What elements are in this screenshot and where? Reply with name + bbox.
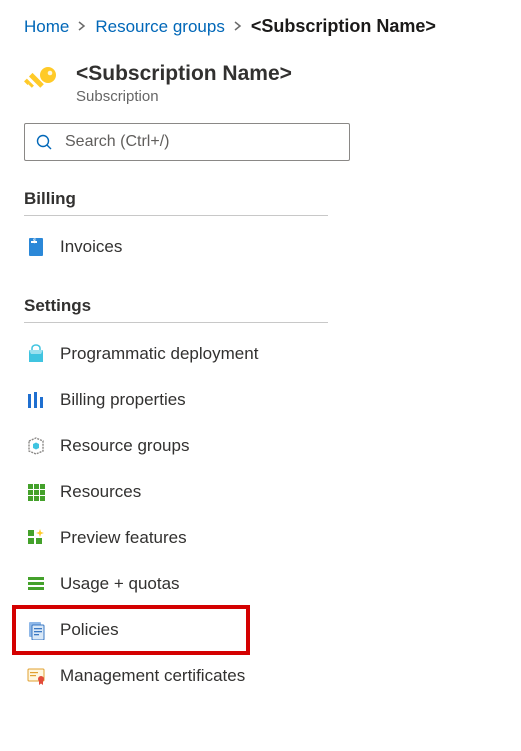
grid-icon: [26, 482, 46, 502]
nav-label: Billing properties: [60, 390, 186, 410]
nav-item-resources[interactable]: Resources: [24, 469, 330, 515]
resource-group-icon: [26, 436, 46, 456]
nav-item-usage-quotas[interactable]: Usage + quotas: [24, 561, 330, 607]
nav-label: Programmatic deployment: [60, 344, 258, 364]
nav-label: Resource groups: [60, 436, 189, 456]
list-icon: [26, 574, 46, 594]
page-title: <Subscription Name>: [76, 61, 292, 86]
breadcrumb: Home Resource groups <Subscription Name>: [24, 16, 497, 37]
nav-item-resource-groups[interactable]: Resource groups: [24, 423, 330, 469]
chevron-right-icon: [77, 18, 87, 35]
key-icon: [24, 63, 60, 99]
nav-item-policies[interactable]: Policies: [24, 607, 330, 653]
deployment-bag-icon: [26, 344, 46, 364]
search-input[interactable]: [63, 123, 339, 161]
nav-label: Management certificates: [60, 666, 245, 686]
policy-icon: [26, 620, 46, 640]
section-title-billing: Billing: [24, 189, 497, 209]
nav-item-preview-features[interactable]: Preview features: [24, 515, 330, 561]
nav-item-management-certificates[interactable]: Management certificates: [24, 653, 330, 699]
nav-label: Resources: [60, 482, 141, 502]
nav-item-programmatic-deployment[interactable]: Programmatic deployment: [24, 331, 330, 377]
nav-item-billing-properties[interactable]: Billing properties: [24, 377, 330, 423]
certificate-icon: [26, 666, 46, 686]
search-input-wrapper[interactable]: [24, 123, 350, 161]
nav-item-invoices[interactable]: $ Invoices: [24, 224, 330, 270]
search-icon: [35, 133, 53, 151]
nav-label: Usage + quotas: [60, 574, 180, 594]
divider: [24, 215, 328, 216]
breadcrumb-current: <Subscription Name>: [251, 16, 436, 37]
sparkle-grid-icon: [26, 528, 46, 548]
nav-label: Invoices: [60, 237, 122, 257]
breadcrumb-resource-groups[interactable]: Resource groups: [95, 17, 224, 37]
page-subtitle: Subscription: [76, 88, 292, 105]
invoice-icon: $: [26, 237, 46, 257]
page-header: <Subscription Name> Subscription: [24, 61, 497, 105]
breadcrumb-home[interactable]: Home: [24, 17, 69, 37]
divider: [24, 322, 328, 323]
bars-icon: [26, 390, 46, 410]
section-title-settings: Settings: [24, 296, 497, 316]
nav-label: Policies: [60, 620, 119, 640]
chevron-right-icon: [233, 18, 243, 35]
nav-label: Preview features: [60, 528, 187, 548]
